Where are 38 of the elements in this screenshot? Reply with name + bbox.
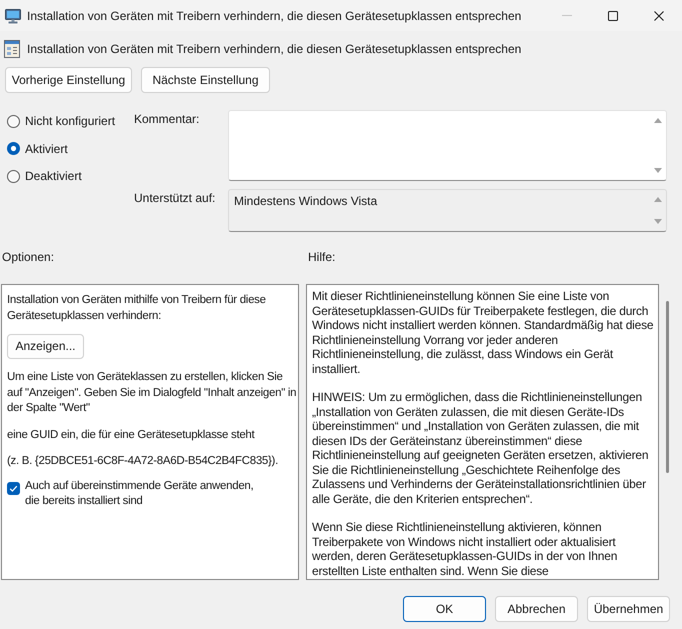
dialog-button[interactable]: Übernehmen (587, 596, 670, 622)
close-icon[interactable] (654, 10, 664, 20)
options-text: Um eine Liste von Geräteklassen zu erstellen, klicken Sie auf "Anzeigen". Geben Sie im Dialogfeld "Inhalt anzeigen" in der Spalte "Wert" (7, 370, 297, 416)
checkbox-icon[interactable] (7, 482, 20, 494)
help-paragraph: HINWEIS: Um zu ermöglichen, dass die Richtlinieneinstellungen „Installation von Geräten zulassen, die mit diesen Geräte-IDs übereinstimmen“ und „Installation von Geräten zulassen, die mit diesen IDs der Geräteinstanz übereinstimmen“ diese Richtlinieneinstellung auf geeigneten Geräten ersetzen, aktivieren Sie die Richtlinieneinstellung „Geschichtete Reihenfolge des Zulassens und Verhinderns der Geräteinstallationsrichtlinien über alle Geräte, die den Kriterien entsprechen“. (312, 390, 650, 506)
radio-option[interactable]: Nicht konfiguriert (7, 111, 116, 131)
window-list-icon (4, 40, 20, 58)
radio-option[interactable]: Aktiviert (7, 138, 68, 158)
options-text: eine GUID ein, die für eine Gerätesetupklasse steht (7, 428, 254, 442)
comment-field[interactable] (228, 110, 667, 181)
scroll-up-icon[interactable] (654, 197, 662, 202)
help-paragraph: Mit dieser Richtlinieneinstellung können Sie eine Liste von Gerätesetupklassen-GUIDs für Treiberpakete festlegen, die durch Windows nicht installiert werden können. Standardmäßig hat diese Richtlinieneinstellung Vorrang vor jeder anderen Richtlinieneinstellung, die zulässt, dass Windows ein Gerät installiert. (312, 289, 654, 376)
navigation-button[interactable]: Vorherige Einstellung (5, 67, 132, 93)
help-paragraph: Wenn Sie diese Richtlinieneinstellung aktivieren, können Treiberpakete von Windows nicht installiert oder aktualisiert werden, deren Gerätesetupklassen-GUIDs in der von Ihnen erstellten Liste enthalten sind. Wenn Sie diese (312, 520, 618, 578)
options-text: Installation von Geräten mithilfe von Treibern für diese Gerätesetupklassen verhindern: (7, 293, 267, 324)
window-title: Installation von Geräten mit Treibern verhindern, die diesen Gerätesetupklassen entsprechen (27, 8, 522, 24)
radio-button-icon[interactable] (7, 114, 20, 128)
navigation-button[interactable]: Nächste Einstellung (141, 67, 270, 93)
checkbox-option[interactable]: Auch auf übereinstimmende Geräte anwenden, die bereits installiert sind (7, 478, 297, 510)
options-label: Optionen: (2, 250, 54, 264)
scroll-up-icon[interactable] (654, 118, 662, 123)
scroll-down-icon[interactable] (654, 168, 662, 173)
dialog-button[interactable]: OK (403, 596, 486, 622)
scroll-down-icon[interactable] (654, 219, 662, 224)
help-label: Hilfe: (308, 250, 336, 264)
scrollbar-thumb[interactable] (666, 301, 669, 473)
supported-on-label: Unterstützt auf: (134, 191, 216, 205)
comment-label: Kommentar: (134, 112, 200, 126)
policy-title: Installation von Geräten mit Treibern verhindern, die diesen Gerätesetupklassen entsprechen (27, 41, 522, 58)
show-button[interactable]: Anzeigen... (7, 334, 84, 359)
radio-button-icon[interactable] (7, 142, 20, 155)
options-text: (z. B. {25DBCE51-6C8F-4A72-8A6D-B54C2B4FC835}). (7, 454, 278, 469)
dialog-button[interactable]: Abbrechen (495, 596, 578, 622)
computer-icon (5, 8, 21, 24)
radio-button-icon[interactable] (7, 170, 20, 182)
supported-on-value: Mindestens Windows Vista (234, 194, 378, 208)
maximize-icon[interactable] (608, 10, 618, 20)
radio-option[interactable]: Deaktiviert (7, 166, 82, 186)
